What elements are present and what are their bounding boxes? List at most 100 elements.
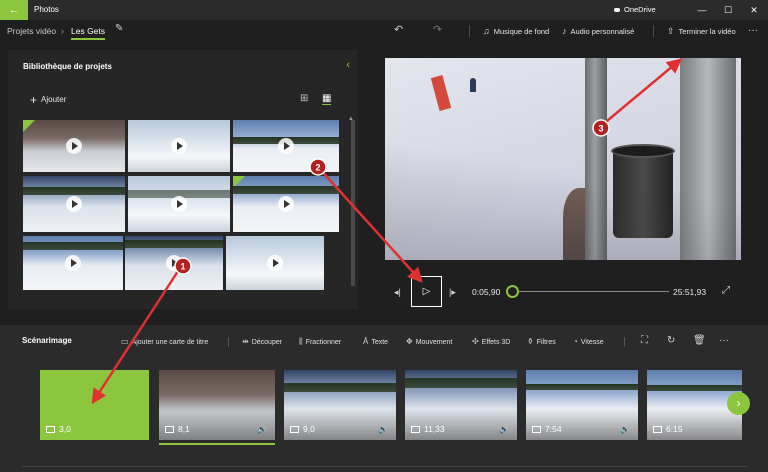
back-arrow-icon[interactable]: ← xyxy=(0,0,28,20)
media-thumbnail[interactable] xyxy=(23,236,123,290)
motion-label: Mouvement xyxy=(415,339,453,346)
breadcrumb-current[interactable]: Les Gets xyxy=(71,24,106,40)
media-thumbnail[interactable] xyxy=(233,176,339,232)
seek-bar[interactable] xyxy=(513,291,669,292)
speaker-icon[interactable]: 🔊 xyxy=(620,425,630,434)
motion-button[interactable]: ✥ Mouvement xyxy=(406,337,452,346)
background-music-label: Musique de fond xyxy=(493,27,550,36)
cloud-icon xyxy=(614,8,620,13)
add-title-card-label: Ajouter une carte de titre xyxy=(131,339,209,346)
delete-icon[interactable]: 🗑 xyxy=(693,335,706,346)
custom-audio-button[interactable]: ♪ Audio personnalisé xyxy=(562,24,634,39)
clip-duration: 8,1 xyxy=(165,424,190,434)
video-preview[interactable] xyxy=(385,58,741,260)
finish-video-button[interactable]: ⇪ Terminer la vidéo xyxy=(667,24,736,39)
music-note-icon: ♫ xyxy=(483,26,490,36)
add-media-button[interactable]: + Ajouter xyxy=(30,93,66,107)
play-icon xyxy=(278,196,294,212)
play-icon xyxy=(166,255,182,271)
redo-icon[interactable]: ↷ xyxy=(433,23,442,37)
play-icon xyxy=(66,196,82,212)
grid-large-icon[interactable]: ⊞ xyxy=(300,93,308,104)
text-button[interactable]: Ā Texte xyxy=(363,337,388,346)
speed-label: Vitesse xyxy=(580,339,604,346)
undo-icon[interactable]: ↶ xyxy=(394,23,403,37)
close-button[interactable]: ✕ xyxy=(741,0,767,20)
storyboard-clip[interactable]: 11,33 🔊 xyxy=(405,370,517,440)
storyboard-clip[interactable]: 7:54 🔊 xyxy=(526,370,638,440)
clip-duration-text: 3,0 xyxy=(59,424,71,434)
trees-graphic xyxy=(125,240,223,248)
play-icon xyxy=(278,138,294,154)
storyboard-scrollbar[interactable] xyxy=(22,466,748,467)
title-bar: ← Photos OneDrive — ☐ ✕ xyxy=(0,0,768,20)
video-icon xyxy=(653,426,662,433)
media-thumbnail[interactable] xyxy=(23,120,125,172)
more-icon[interactable]: ··· xyxy=(719,335,729,346)
speaker-icon[interactable]: 🔊 xyxy=(499,425,509,434)
3d-effects-button[interactable]: ✣ Effets 3D xyxy=(472,337,510,346)
filters-button[interactable]: ⚱ Filtres xyxy=(527,337,556,346)
trim-button[interactable]: ⇹ Découper xyxy=(242,337,282,346)
audio-icon: ♪ xyxy=(562,26,567,36)
speaker-icon[interactable]: 🔊 xyxy=(257,425,267,434)
toolbar-divider xyxy=(469,25,470,37)
clip-duration: 9,0 xyxy=(290,424,315,434)
storyboard-clip[interactable]: 9,0 🔊 xyxy=(284,370,396,440)
add-media-label: Ajouter xyxy=(41,95,67,104)
title-card-icon: ▭ xyxy=(121,337,129,346)
play-icon xyxy=(66,138,82,154)
trees-graphic xyxy=(405,378,517,389)
split-label: Fractionner xyxy=(305,339,342,346)
trees-graphic xyxy=(233,186,339,194)
total-time: 25:51,93 xyxy=(673,287,707,297)
maximize-button[interactable]: ☐ xyxy=(715,0,741,20)
add-title-card-button[interactable]: ▭ Ajouter une carte de titre xyxy=(121,337,208,346)
3d-effects-label: Effets 3D xyxy=(481,339,511,346)
next-frame-icon[interactable]: |▸ xyxy=(449,286,456,298)
video-icon xyxy=(165,426,174,433)
storyboard-clip-title-card[interactable]: 3,0 xyxy=(40,370,149,440)
library-scrollbar[interactable] xyxy=(351,120,355,286)
fullscreen-icon[interactable]: ⤢ xyxy=(722,285,730,296)
app-title: Photos xyxy=(34,5,59,14)
previous-frame-icon[interactable]: ◂| xyxy=(394,286,401,298)
speed-button[interactable]: ◔ Vitesse xyxy=(573,337,604,346)
breadcrumb-separator-icon: › xyxy=(61,26,64,36)
play-button[interactable]: ▷ xyxy=(411,276,442,307)
media-thumbnail[interactable] xyxy=(233,120,339,172)
trees-graphic xyxy=(526,384,638,390)
grid-small-icon[interactable]: ▦ xyxy=(322,93,332,105)
media-thumbnail[interactable] xyxy=(128,176,230,232)
media-thumbnail[interactable] xyxy=(226,236,324,290)
onedrive-status[interactable]: OneDrive xyxy=(614,0,656,20)
media-thumbnail[interactable] xyxy=(125,236,223,290)
crop-icon[interactable]: ⛶ xyxy=(641,335,648,346)
current-time: 0:05,90 xyxy=(472,287,501,297)
trees-graphic xyxy=(284,382,396,393)
finish-video-label: Terminer la vidéo xyxy=(678,27,736,36)
rename-pencil-icon[interactable]: ✎ xyxy=(115,23,123,34)
video-icon xyxy=(411,426,420,433)
chevron-left-icon[interactable]: ‹ xyxy=(346,59,350,71)
minimize-button[interactable]: — xyxy=(689,0,715,20)
text-icon: Ā xyxy=(363,337,369,346)
play-icon xyxy=(171,138,187,154)
background-music-button[interactable]: ♫ Musique de fond xyxy=(483,24,549,39)
storyboard-clip[interactable]: 8,1 🔊 xyxy=(159,370,275,440)
rotate-icon[interactable]: ↻ xyxy=(667,335,675,346)
breadcrumb-projects[interactable]: Projets vidéo xyxy=(7,24,56,38)
split-button[interactable]: ⫼ Fractionner xyxy=(299,337,341,347)
text-label: Texte xyxy=(371,339,389,346)
storyboard-title: Scénarimage xyxy=(22,336,72,345)
media-thumbnail[interactable] xyxy=(128,120,230,172)
speaker-icon[interactable]: 🔊 xyxy=(378,425,388,434)
more-options-button[interactable]: ··· xyxy=(748,24,758,38)
selected-clip-indicator xyxy=(159,443,275,445)
seek-thumb[interactable] xyxy=(506,285,519,298)
preview-shade xyxy=(385,58,741,260)
clip-duration: 3,0 xyxy=(46,424,71,434)
onedrive-label: OneDrive xyxy=(624,5,656,14)
chevron-right-icon[interactable]: › xyxy=(727,392,750,415)
media-thumbnail[interactable] xyxy=(23,176,125,232)
